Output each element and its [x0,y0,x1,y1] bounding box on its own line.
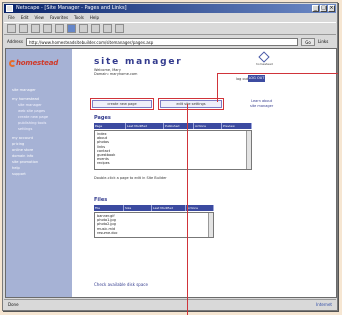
menu-file[interactable]: File [8,14,15,22]
menu-favorites[interactable]: Favorites [50,14,68,22]
files-heading: Files [94,197,108,203]
links-label[interactable]: Links [318,39,336,44]
pages-table-header: Page Last Modified Published Actions Pre… [94,123,252,129]
close-button[interactable]: × [328,5,335,12]
files-col-actions[interactable]: Actions [186,205,214,211]
maximize-button[interactable]: □ [320,5,327,12]
list-item[interactable]: resume.doc [97,231,211,235]
forward-icon[interactable] [19,24,28,33]
homestead-logo[interactable]: homestead [9,59,71,75]
cube-label: homestead [256,62,273,66]
go-button[interactable]: Go [301,37,315,46]
sidebar-item-support[interactable]: support [12,171,70,177]
address-bar: Address http://www.homesteadsitebuilder.… [4,36,336,47]
menu-help[interactable]: Help [90,14,99,22]
page-title: site manager [94,57,183,67]
favorites-icon[interactable] [79,24,88,33]
mail-icon[interactable] [103,24,112,33]
home-icon[interactable] [55,24,64,33]
list-item[interactable]: recipes [97,161,249,165]
main-panel: site manager Welcome, Mary Domain: maryh… [72,49,336,297]
status-bar: Done Internet [4,299,336,309]
address-input[interactable]: http://www.homesteadsitebuilder.com/site… [25,37,298,46]
callout-line-horizontal [217,73,338,74]
files-table-header: File Size Last Modified Actions [94,205,214,211]
status-zone: Internet [316,302,332,307]
domain-text: Domain: maryhome.com [94,72,138,76]
browser-window: Netscape - [Site Manager - Pages and Lin… [2,2,338,311]
cube-icon [258,51,270,63]
print-icon[interactable] [115,24,124,33]
browser-icon [6,5,13,12]
callout-line-vertical-1 [217,73,218,102]
files-col-size[interactable]: Size [124,205,152,211]
title-bar: Netscape - [Site Manager - Pages and Lin… [4,4,336,13]
pages-col-page[interactable]: Page [94,123,126,129]
files-list[interactable]: banner.gif photo1.jpg photo2.jpg music.m… [94,212,214,238]
files-col-file[interactable]: File [94,205,124,211]
pages-list[interactable]: index about photos links contact guestbo… [94,130,252,170]
stop-icon[interactable] [31,24,40,33]
navigation-toolbar [4,22,336,35]
logout-button[interactable]: LOG OUT [248,75,265,82]
pages-col-actions[interactable]: Actions [194,123,222,129]
window-title: Netscape - [Site Manager - Pages and Lin… [16,5,127,11]
logo-text: homestead [16,59,59,67]
callout-line-vertical-2 [187,104,188,315]
minimize-button[interactable]: _ [312,5,319,12]
search-icon[interactable] [67,24,76,33]
pages-col-published[interactable]: Published [164,123,194,129]
menu-view[interactable]: View [34,14,44,22]
callout-box-settings [158,98,224,110]
sidebar-nav: site manager my homestead site manager w… [12,87,70,177]
learn-links: Learn about site manager [250,99,273,109]
pages-scrollbar[interactable] [246,131,251,169]
pages-col-modified[interactable]: Last Modified [126,123,164,129]
pages-heading: Pages [94,115,111,121]
status-text: Done [8,302,19,307]
pages-col-preview[interactable]: Preview [222,123,252,129]
menu-edit[interactable]: Edit [21,14,29,22]
menu-bar: File Edit View Favorites Tools Help [4,14,336,22]
back-icon[interactable] [7,24,16,33]
files-col-modified[interactable]: Last Modified [152,205,186,211]
cube-logo: homestead [256,51,273,66]
address-label: Address [7,39,23,44]
pages-note: Double-click a page to edit in Site Buil… [94,176,167,180]
account-meta: Welcome, Mary Domain: maryhome.com [94,68,137,76]
disk-space-link[interactable]: Check available disk space [94,282,148,287]
logo-swirl-icon [9,60,16,67]
learn-link-2[interactable]: site manager [250,104,273,109]
page-content: homestead site manager my homestead site… [5,48,337,298]
window-controls: _ □ × [312,5,335,12]
logout-label: log out [236,77,249,81]
menu-tools[interactable]: Tools [74,14,84,22]
files-scrollbar[interactable] [208,213,213,237]
history-icon[interactable] [91,24,100,33]
sidebar: homestead site manager my homestead site… [6,49,72,297]
refresh-icon[interactable] [43,24,52,33]
callout-box-create [90,98,154,110]
